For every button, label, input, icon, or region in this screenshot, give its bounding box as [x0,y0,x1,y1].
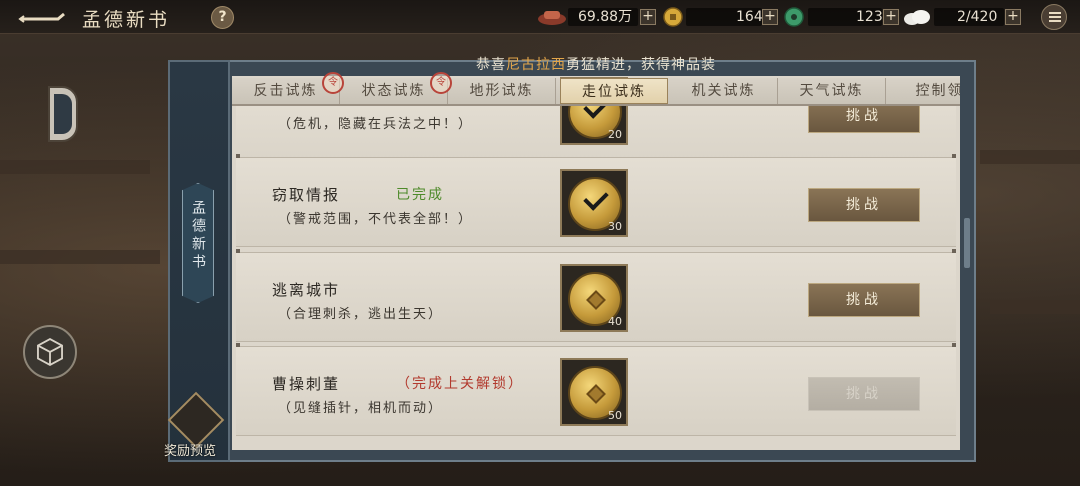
reward-coin-box: 30 [560,169,628,237]
seal-badge-icon: 令 [430,72,452,94]
add-gold-button[interactable]: + [762,9,778,25]
trial-row: 曹操刺董 （完成上关解锁） （见缝插针，相机而动） 50 挑战 [236,343,956,436]
trial-row: 逃离城市 （合理刺杀，逃出生天） 40 挑战 [236,249,956,342]
challenge-button-disabled: 挑战 [808,377,920,411]
coin-count: 50 [608,409,622,422]
reward-preview-label[interactable]: 奖励预览 [164,440,216,459]
cube-menu-icon[interactable] [23,325,77,379]
announcement-prefix: 恭喜 [476,57,506,73]
add-stamina-button[interactable]: + [1005,9,1021,25]
row-name: 窃取情报 [272,186,341,204]
row-desc: （警戒范围，不代表全部！） [278,212,474,227]
tab-weather-trial[interactable]: 天气试炼 [778,78,886,104]
silver-amount: 69.88万 [578,9,633,25]
row-name: 逃离城市 [272,281,341,299]
gold-coin-icon [663,7,683,27]
tab-movement-trial[interactable]: 走位试炼 [560,78,668,104]
announcement-player: 尼古拉西 [506,57,566,73]
coin-count: 30 [608,220,622,233]
row-desc: （危机，隐藏在兵法之中！） [278,117,474,132]
jade-amount: 123 [856,9,883,25]
add-silver-button[interactable]: + [640,9,656,25]
challenge-button[interactable]: 挑战 [808,188,920,222]
row-status-locked: （完成上关解锁） [396,376,524,392]
jade-icon [784,7,804,27]
announcement-banner: 恭喜尼古拉西勇猛精进，获得神品装 [232,54,960,74]
coin-count: 40 [608,315,622,328]
trial-row: 窃取情报 已完成 （警戒范围，不代表全部！） 30 挑战 [236,154,956,247]
tab-mechanism-trial[interactable]: 机关试炼 [670,78,778,104]
row-desc: （合理刺杀，逃出生天） [278,307,444,322]
challenge-button[interactable]: 挑战 [808,283,920,317]
tab-control-trial[interactable]: 控制领 [886,78,961,104]
top-bar: 孟德新书 ? 69.88万 + 164 + 123 + 2/420 + [0,0,1080,34]
scroll-handle[interactable] [964,218,970,268]
seal-badge-icon: 令 [322,72,344,94]
check-icon [583,185,609,211]
add-jade-button[interactable]: + [883,9,899,25]
reward-coin-box: 50 [560,358,628,426]
menu-button[interactable] [1041,4,1067,30]
row-status-completed: 已完成 [396,187,444,203]
gold-amount: 164 [736,9,763,25]
announcement-suffix: 勇猛精进，获得神品装 [566,57,716,73]
reward-coin-box: 40 [560,264,628,332]
help-button[interactable]: ? [211,6,234,29]
stamina-amount: 2/420 [957,9,998,25]
row-name: 曹操刺董 [272,375,341,393]
book-title-text: 孟德新书 [190,200,206,272]
page-title: 孟德新书 [82,9,171,31]
silver-ingot-icon [538,11,566,25]
back-arrow-icon[interactable] [18,6,66,28]
coin-count: 20 [608,128,622,141]
side-collapse-tab[interactable] [48,86,78,142]
stamina-cloud-icon [904,10,930,25]
tab-terrain-trial[interactable]: 地形试炼 [448,78,556,104]
row-desc: （见缝插针，相机而动） [278,401,444,416]
